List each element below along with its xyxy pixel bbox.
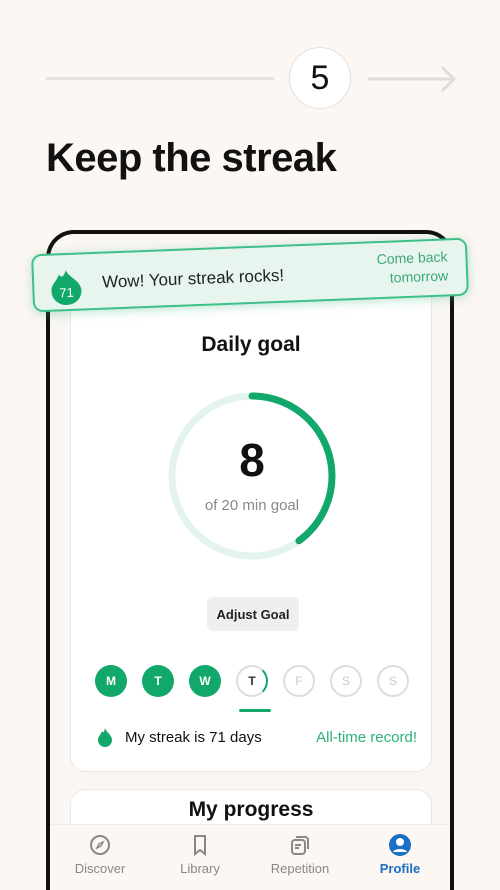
streak-row: My streak is 71 days All-time record! [97, 727, 417, 747]
day-done[interactable]: W [189, 665, 221, 697]
progress-title: My progress [188, 798, 314, 821]
step-line-left [46, 77, 274, 80]
day-today[interactable]: T [236, 665, 268, 697]
nav-label: Profile [379, 861, 421, 876]
nav-discover[interactable]: Discover [50, 825, 150, 890]
flame-icon [98, 728, 112, 747]
come-back-link[interactable]: Come back tomorrow [357, 247, 448, 288]
day-done[interactable]: T [142, 665, 174, 697]
day-future[interactable]: S [377, 665, 409, 697]
step-number: 5 [289, 47, 351, 109]
phone-frame: Daily goal 8 of 20 min goal Adjust Goal … [46, 230, 454, 890]
day-done[interactable]: M [95, 665, 127, 697]
goal-progress-ring: 8 of 20 min goal [165, 389, 339, 563]
bottom-nav: Discover Library Repetition Profile [50, 824, 450, 890]
day-future[interactable]: F [283, 665, 315, 697]
day-future[interactable]: S [330, 665, 362, 697]
today-indicator [239, 709, 271, 712]
daily-goal-card: Daily goal 8 of 20 min goal Adjust Goal … [70, 274, 432, 772]
nav-label: Library [180, 861, 220, 876]
adjust-goal-button[interactable]: Adjust Goal [207, 597, 299, 631]
goal-subtitle: of 20 min goal [204, 497, 300, 514]
nav-label: Repetition [270, 861, 330, 876]
nav-profile[interactable]: Profile [350, 825, 450, 890]
nav-library[interactable]: Library [150, 825, 250, 890]
streak-flame-badge: 71 [51, 270, 82, 306]
daily-goal-title: Daily goal [201, 333, 301, 356]
profile-icon [389, 834, 411, 856]
nav-label: Discover [74, 861, 126, 876]
page-title: Keep the streak [46, 136, 337, 180]
record-link[interactable]: All-time record! [316, 729, 417, 746]
week-days: MTWTFSS [95, 665, 409, 697]
streak-badge-count: 71 [59, 285, 74, 301]
cards-icon [291, 836, 309, 855]
bookmark-icon [194, 835, 206, 857]
nav-repetition[interactable]: Repetition [250, 825, 350, 890]
arrow-right-icon [368, 65, 457, 93]
compass-icon [90, 835, 110, 855]
banner-message: Wow! Your streak rocks! [101, 265, 285, 292]
goal-value: 8 [239, 434, 265, 486]
streak-text: My streak is 71 days [125, 728, 262, 746]
